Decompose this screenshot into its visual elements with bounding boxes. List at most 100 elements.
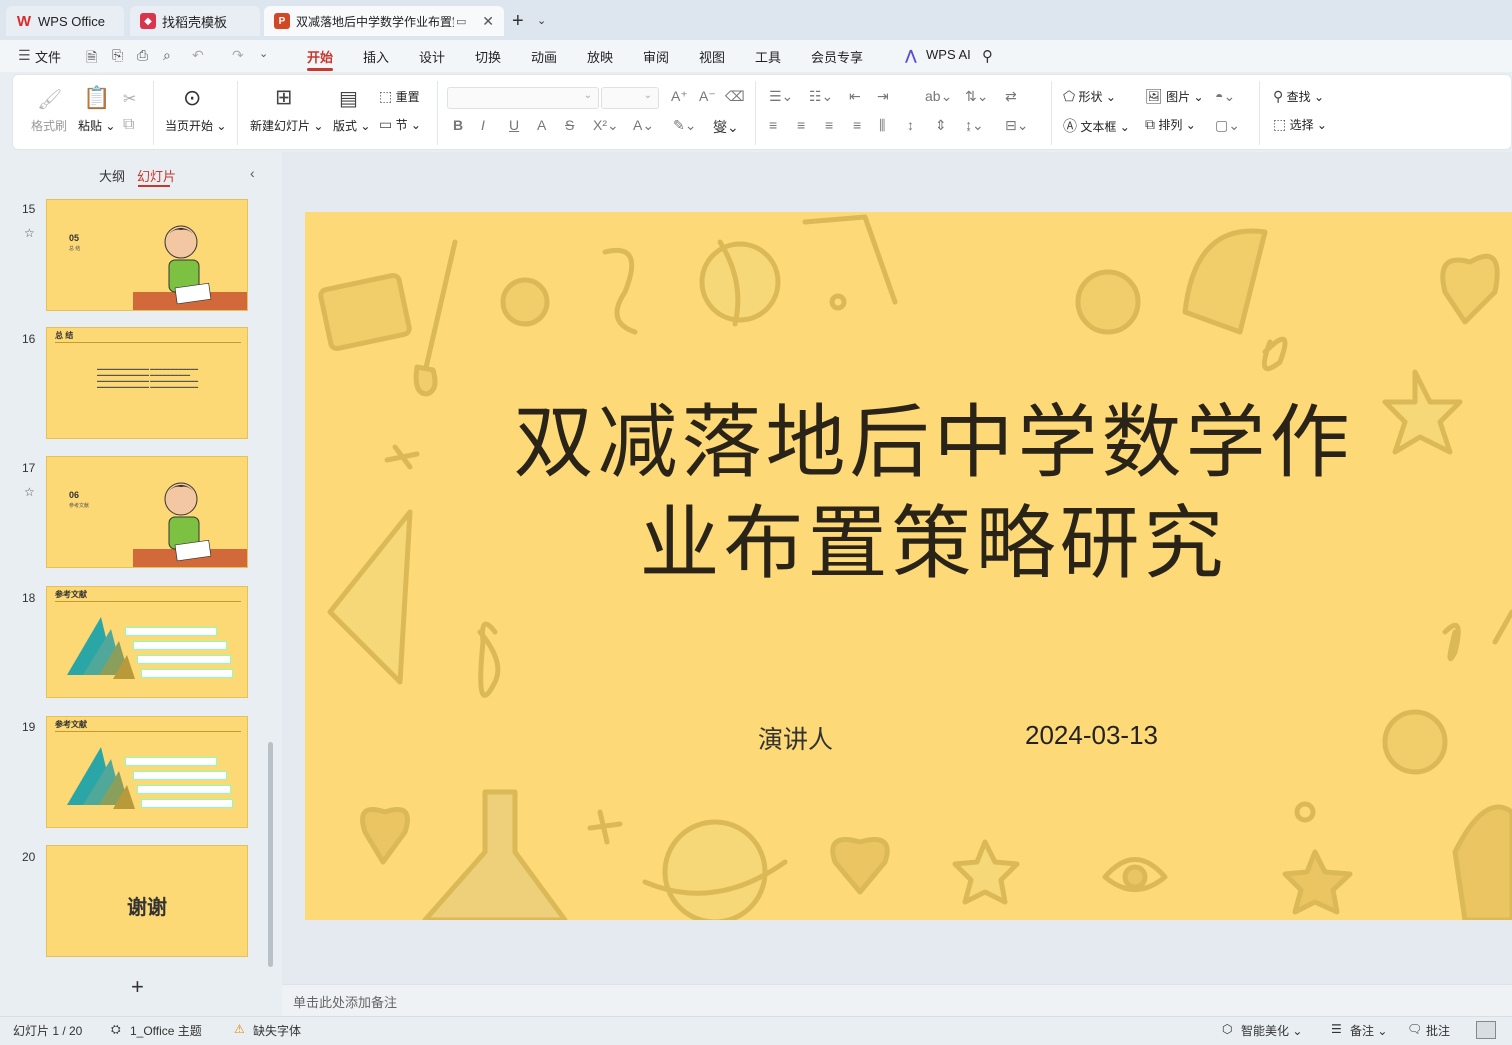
textbox-button[interactable]: Ⓐ 文本框 ⌄ bbox=[1063, 116, 1130, 136]
add-slide-icon[interactable]: + bbox=[131, 974, 144, 1000]
align-center-icon[interactable]: ≡ bbox=[797, 117, 805, 133]
columns-icon[interactable]: ⊟⌄ bbox=[1005, 117, 1028, 134]
menu-icon[interactable]: ☰ bbox=[18, 47, 31, 64]
vertical-align-icon[interactable]: ↨⌄ bbox=[965, 117, 984, 134]
search-icon[interactable]: ⚲ bbox=[982, 47, 993, 65]
theme-name[interactable]: 1_Office 主题 bbox=[130, 1022, 202, 1039]
slide-thumbnail-18[interactable]: 参考文献 bbox=[46, 586, 248, 698]
missing-font[interactable]: 缺失字体 bbox=[253, 1022, 301, 1039]
outline-icon[interactable]: ▢⌄ bbox=[1215, 117, 1240, 134]
underline-icon[interactable]: U bbox=[509, 117, 519, 133]
tab-outline[interactable]: 大纲 bbox=[99, 166, 125, 185]
find-button[interactable]: ⚲ 查找 ⌄ bbox=[1273, 88, 1324, 105]
more-icon[interactable]: ⌄ bbox=[259, 47, 268, 60]
copy-icon[interactable]: ⧉ bbox=[123, 116, 134, 134]
save-icon[interactable]: 🗎 bbox=[86, 47, 97, 71]
decrease-indent-icon[interactable]: ⇤ bbox=[849, 88, 861, 105]
export-icon[interactable]: ⎘ bbox=[112, 47, 123, 64]
menu-wps-ai[interactable]: WPS AI bbox=[926, 47, 971, 62]
picture-button[interactable]: 🖼 图片 ⌄ bbox=[1145, 88, 1204, 105]
slide-thumbnail-16[interactable]: 总 结 ▬▬▬▬▬▬▬▬▬▬▬▬▬ ▬▬▬▬▬▬▬▬▬▬▬▬ ▬▬▬▬▬▬▬▬▬… bbox=[46, 327, 248, 439]
text-shadow-icon[interactable]: A bbox=[537, 117, 546, 133]
slide-thumbnail-19[interactable]: 参考文献 bbox=[46, 716, 248, 828]
fill-icon[interactable]: ◓⌄ bbox=[1215, 88, 1235, 105]
clear-format-icon[interactable]: ⌫ bbox=[725, 88, 745, 105]
arrange-button[interactable]: ⧉ 排列 ⌄ bbox=[1145, 116, 1196, 133]
convert-icon[interactable]: ⇄ bbox=[1005, 88, 1017, 105]
distribute-icon[interactable]: ⫼ bbox=[879, 117, 885, 134]
menu-animation[interactable]: 动画 bbox=[531, 47, 557, 66]
chevron-down-icon[interactable]: ⌄ bbox=[537, 14, 546, 27]
menu-tools[interactable]: 工具 bbox=[755, 47, 781, 66]
undo-icon[interactable]: ↶ bbox=[192, 47, 204, 64]
tab-template-label: 找稻壳模板 bbox=[162, 14, 228, 30]
comments-button[interactable]: 批注 bbox=[1426, 1022, 1450, 1039]
notes-pane[interactable]: 单击此处添加备注 bbox=[282, 984, 1512, 1016]
increase-font-icon[interactable]: A⁺ bbox=[671, 88, 688, 105]
collapse-panel-icon[interactable]: ‹ bbox=[250, 165, 255, 181]
slide-title[interactable]: 双减落地后中学数学作 业布置策略研究 bbox=[305, 392, 1512, 594]
normal-view-icon[interactable] bbox=[1476, 1021, 1496, 1039]
menu-slideshow[interactable]: 放映 bbox=[587, 47, 613, 66]
staircase-graphic bbox=[67, 617, 135, 679]
layout-button[interactable]: 版式 ⌄ bbox=[333, 117, 370, 134]
new-tab-icon[interactable]: + bbox=[512, 10, 524, 33]
tab-template-store[interactable]: ◆ 找稻壳模板 bbox=[130, 6, 260, 36]
menu-view[interactable]: 视图 bbox=[699, 47, 725, 66]
font-family-select[interactable]: ⌄ bbox=[447, 87, 599, 109]
strikethrough-icon[interactable]: S bbox=[565, 117, 574, 133]
bullets-icon[interactable]: ☰⌄ bbox=[769, 88, 793, 105]
select-button[interactable]: ⬚ 选择 ⌄ bbox=[1273, 116, 1327, 133]
new-slide-button[interactable]: 新建幻灯片 ⌄ bbox=[250, 117, 323, 134]
justify-icon[interactable]: ≡ bbox=[853, 117, 861, 133]
line-spacing-icon[interactable]: ↕ bbox=[907, 117, 914, 133]
close-tab-icon[interactable]: ✕ bbox=[482, 13, 494, 30]
align-right-icon[interactable]: ≡ bbox=[825, 117, 833, 133]
para-spacing-icon[interactable]: ⇕ bbox=[935, 117, 947, 134]
redo-icon[interactable]: ↷ bbox=[232, 47, 244, 64]
sort-icon[interactable]: ⇅⌄ bbox=[965, 88, 988, 105]
highlight-icon[interactable]: ✎⌄ bbox=[673, 117, 696, 134]
slide-thumbnail-20[interactable]: 谢谢 bbox=[46, 845, 248, 957]
current-slide[interactable]: 双减落地后中学数学作 业布置策略研究 演讲人 2024-03-13 bbox=[305, 212, 1512, 920]
slide-thumbnail-15[interactable]: 05 总 结 bbox=[46, 199, 248, 311]
paste-button[interactable]: 粘贴 ⌄ bbox=[78, 117, 115, 134]
menu-file[interactable]: 文件 bbox=[35, 47, 61, 66]
notes-button[interactable]: 备注 ⌄ bbox=[1350, 1022, 1387, 1039]
panel-scrollbar[interactable] bbox=[268, 742, 273, 967]
decrease-font-icon[interactable]: A⁻ bbox=[699, 88, 716, 105]
tab-document[interactable]: P 双减落地后中学数学作业布置策略研究 ▭ ✕ bbox=[264, 6, 504, 36]
date-text[interactable]: 2024-03-13 bbox=[1025, 720, 1158, 751]
reference-item bbox=[125, 627, 217, 636]
char-spacing-icon[interactable]: 燮⌄ bbox=[713, 117, 739, 137]
bold-icon[interactable]: B bbox=[453, 117, 463, 133]
tab-slides[interactable]: 幻灯片 bbox=[137, 166, 176, 185]
menu-membership[interactable]: 会员专享 bbox=[811, 47, 863, 66]
font-color-icon[interactable]: A⌄ bbox=[633, 117, 654, 134]
menu-transition[interactable]: 切换 bbox=[475, 47, 501, 66]
print-icon[interactable]: ⎙ bbox=[137, 47, 148, 64]
smart-beautify-button[interactable]: 智能美化 ⌄ bbox=[1241, 1022, 1302, 1039]
format-painter-icon: 🖌 bbox=[37, 89, 63, 111]
start-from-current-button[interactable]: 当页开始 ⌄ bbox=[165, 117, 226, 134]
numbering-icon[interactable]: ☷⌄ bbox=[809, 88, 833, 105]
align-left-icon[interactable]: ≡ bbox=[769, 117, 777, 133]
tab-wps-office[interactable]: W WPS Office bbox=[6, 6, 124, 36]
presenter-text[interactable]: 演讲人 bbox=[758, 720, 833, 756]
font-size-select[interactable]: ⌄ bbox=[601, 87, 659, 109]
shape-button[interactable]: ⬠ 形状 ⌄ bbox=[1063, 88, 1116, 105]
format-painter-button[interactable]: 格式刷 bbox=[31, 117, 67, 134]
superscript-icon[interactable]: X²⌄ bbox=[593, 117, 619, 134]
text-direction-icon[interactable]: ab⌄ bbox=[925, 88, 952, 105]
italic-icon[interactable]: I bbox=[481, 117, 485, 133]
section-button[interactable]: ▭ 节 ⌄ bbox=[379, 116, 421, 133]
slide-thumbnail-17[interactable]: 06 参考文献 bbox=[46, 456, 248, 568]
menu-insert[interactable]: 插入 bbox=[363, 47, 389, 66]
print-preview-icon[interactable]: ⌕ bbox=[163, 47, 171, 64]
menu-design[interactable]: 设计 bbox=[419, 47, 445, 66]
reset-button[interactable]: ⬚ 重置 bbox=[379, 88, 420, 105]
cut-icon[interactable]: ✂ bbox=[123, 89, 136, 109]
increase-indent-icon[interactable]: ⇥ bbox=[877, 88, 889, 105]
menu-review[interactable]: 审阅 bbox=[643, 47, 669, 66]
menu-home[interactable]: 开始 bbox=[307, 47, 333, 66]
